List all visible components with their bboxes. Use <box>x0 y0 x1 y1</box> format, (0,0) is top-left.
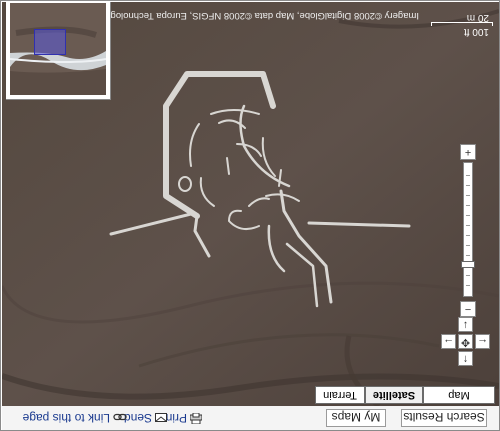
arrow-right-icon: → <box>443 336 454 348</box>
zoom-slider-handle[interactable] <box>461 261 475 268</box>
link-to-page-link[interactable]: Link to this page <box>23 410 127 425</box>
pan-up-button[interactable]: ↑ <box>458 351 473 366</box>
search-results-tab[interactable]: Search Results <box>401 409 487 427</box>
center-button[interactable]: ✥ <box>458 334 473 349</box>
overview-viewport-box[interactable] <box>34 29 66 55</box>
zoom-tick <box>466 285 470 286</box>
zoom-tick <box>466 235 470 236</box>
map-toolbar: Search Results My Maps Print Send Link t… <box>2 405 499 430</box>
envelope-icon <box>155 410 167 424</box>
zoom-tick <box>466 185 470 186</box>
map-attribution: Imagery ©2008 DigitalGlobe, Map data ©20… <box>9 10 419 21</box>
map-frame: Search Results My Maps Print Send Link t… <box>0 0 500 431</box>
my-maps-tab[interactable]: My Maps <box>326 409 386 427</box>
center-icon: ✥ <box>460 336 471 348</box>
map-scale: 100 ft 20 m <box>423 12 493 37</box>
printer-icon <box>189 410 203 425</box>
map-stage: Search Results My Maps Print Send Link t… <box>2 2 499 430</box>
zoom-tick <box>466 245 470 246</box>
print-link[interactable]: Print <box>162 410 203 425</box>
arrow-left-icon: ← <box>477 336 488 348</box>
overview-map[interactable] <box>6 2 111 100</box>
link-label: Link to this page <box>22 411 110 425</box>
pan-right-button[interactable]: → <box>441 334 456 349</box>
zoom-tick <box>466 225 470 226</box>
scale-label-ft: 100 ft <box>463 26 489 37</box>
zoom-in-button[interactable]: + <box>460 144 476 160</box>
zoom-tick <box>466 275 470 276</box>
zoom-tick <box>466 205 470 206</box>
pan-left-button[interactable]: ← <box>475 334 490 349</box>
send-link[interactable]: Send <box>124 410 167 425</box>
zoom-slider[interactable] <box>461 162 475 297</box>
arrow-down-icon: ↓ <box>462 319 469 331</box>
arrow-up-icon: ↑ <box>462 353 469 365</box>
scale-label-m: 20 m <box>466 12 489 23</box>
map-type-terrain-button[interactable]: Terrain <box>315 386 365 404</box>
satellite-map[interactable]: Map Satellite Terrain ↑ ← ✥ → ↓ − + 100 … <box>2 2 499 406</box>
send-label: Send <box>123 411 152 425</box>
zoom-tick <box>466 195 470 196</box>
map-type-satellite-button[interactable]: Satellite <box>365 386 423 404</box>
zoom-tick <box>466 255 470 256</box>
zoom-tick <box>466 215 470 216</box>
pan-zoom-control: ↑ ← ✥ → ↓ − + <box>437 132 493 392</box>
pan-down-button[interactable]: ↓ <box>458 317 473 332</box>
zoom-out-button[interactable]: − <box>460 301 476 317</box>
overview-map-imagery <box>10 3 106 95</box>
zoom-tick <box>466 175 470 176</box>
chain-link-icon <box>113 410 127 424</box>
